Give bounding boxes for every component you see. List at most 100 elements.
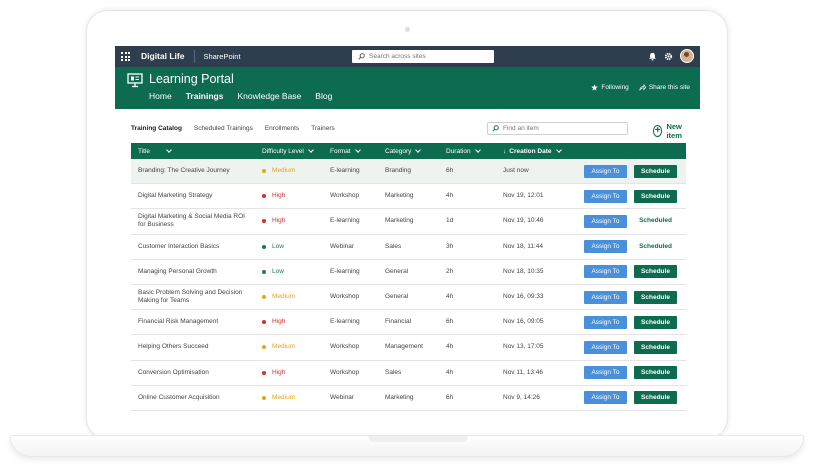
cell-difficulty: Medium [262, 386, 295, 410]
schedule-button[interactable]: Schedule [634, 315, 677, 329]
schedule-button[interactable]: Schedule [634, 164, 677, 178]
assign-to-button[interactable]: Assign To [584, 340, 627, 354]
bell-icon[interactable] [648, 52, 657, 61]
cell-title[interactable]: Helping Others Succeed [138, 335, 250, 359]
cell-schedule: Schedule [634, 335, 677, 359]
cell-title[interactable]: Online Customer Acquisition [138, 386, 250, 410]
table-row[interactable]: Managing Personal Growth Low E-learning … [131, 260, 686, 285]
view-tabs: Training Catalog Scheduled Trainings Enr… [131, 125, 335, 132]
difficulty-dot-icon [262, 169, 266, 174]
assign-to-button[interactable]: Assign To [584, 290, 627, 304]
cell-creation-date: Nov 16, 09:05 [503, 318, 544, 326]
difficulty-dot-icon [262, 345, 266, 350]
cell-title[interactable]: Managing Personal Growth [138, 260, 250, 284]
scheduled-status: Scheduled [639, 217, 672, 225]
table-row[interactable]: Financial Risk Management High E-learnin… [131, 310, 686, 336]
app-launcher-icon[interactable] [115, 46, 136, 67]
find-item-box[interactable] [487, 122, 628, 135]
tab-enrollments[interactable]: Enrollments [265, 125, 299, 132]
column-header-difficulty[interactable]: Difficulty Level [262, 147, 314, 155]
cell-schedule: Schedule [634, 260, 677, 284]
difficulty-dot-icon [262, 244, 266, 249]
chevron-down-icon [166, 147, 172, 153]
cell-category: Marketing [385, 217, 414, 225]
assign-to-button[interactable]: Assign To [584, 366, 627, 380]
table-row[interactable]: Helping Others Succeed Medium Workshop M… [131, 335, 686, 361]
cell-duration: 4h [446, 343, 454, 351]
cell-creation-date: Nov 13, 17:05 [503, 343, 544, 351]
column-header-category[interactable]: Category [385, 147, 422, 155]
assign-to-button[interactable]: Assign To [584, 164, 627, 178]
table-row[interactable]: Basic Problem Solving and Decision Makin… [131, 285, 686, 311]
schedule-button[interactable]: Schedule [634, 290, 677, 304]
table-row[interactable]: Branding: The Creative Journey Medium E-… [131, 159, 686, 185]
cell-assign: Assign To [584, 184, 627, 208]
product-name[interactable]: SharePoint [203, 52, 240, 61]
nav-blog[interactable]: Blog [315, 91, 332, 101]
cell-title[interactable]: Branding: The Creative Journey [138, 159, 250, 183]
table-row[interactable]: Online Customer Acquisition Medium Webin… [131, 386, 686, 411]
search-icon [492, 125, 499, 132]
tab-scheduled-trainings[interactable]: Scheduled Trainings [194, 125, 253, 132]
column-header-title[interactable]: Title [138, 147, 172, 155]
schedule-button[interactable]: Schedule [634, 391, 677, 405]
table-row[interactable]: Customer Interaction Basics Low Webinar … [131, 235, 686, 260]
table-row[interactable]: Digital Marketing & Social Media ROI for… [131, 209, 686, 235]
schedule-button[interactable]: Schedule [634, 366, 677, 380]
column-header-creation-date[interactable]: ↓ Creation Date [503, 147, 562, 155]
assign-to-button[interactable]: Assign To [584, 189, 627, 203]
assign-to-button[interactable]: Assign To [584, 391, 627, 405]
schedule-button[interactable]: Schedule [634, 340, 677, 354]
cell-schedule: Scheduled [634, 235, 677, 259]
command-row: Training Catalog Scheduled Trainings Enr… [131, 122, 691, 140]
cell-title[interactable]: Financial Risk Management [138, 310, 250, 334]
cell-assign: Assign To [584, 285, 627, 309]
cell-title[interactable]: Conversion Optimisation [138, 361, 250, 385]
site-actions: Following Share this site [591, 84, 690, 91]
laptop-camera [405, 27, 410, 32]
assign-to-button[interactable]: Assign To [584, 240, 627, 254]
tab-training-catalog[interactable]: Training Catalog [131, 125, 182, 132]
cell-creation-date: Nov 19, 10:46 [503, 217, 544, 225]
cell-title[interactable]: Basic Problem Solving and Decision Makin… [138, 285, 250, 309]
column-header-format[interactable]: Format [330, 147, 361, 155]
find-item-input[interactable] [503, 125, 613, 132]
column-header-duration[interactable]: Duration [446, 147, 481, 155]
schedule-button[interactable]: Schedule [634, 189, 677, 203]
cell-category: Sales [385, 242, 402, 250]
gear-icon[interactable] [664, 52, 673, 61]
assign-to-button[interactable]: Assign To [584, 265, 627, 279]
cell-format: Webinar [330, 242, 355, 250]
cell-category: Sales [385, 368, 402, 376]
share-label: Share this site [648, 84, 690, 91]
cell-schedule: Schedule [634, 159, 677, 183]
cell-title[interactable]: Digital Marketing Strategy [138, 184, 250, 208]
cell-title[interactable]: Customer Interaction Basics [138, 235, 250, 259]
difficulty-dot-icon [262, 295, 266, 300]
tab-trainers[interactable]: Trainers [311, 125, 335, 132]
grid-header: Title Difficulty Level Format Category D… [131, 143, 686, 159]
cell-duration: 4h [446, 192, 454, 200]
table-row[interactable]: Digital Marketing Strategy High Workshop… [131, 184, 686, 210]
new-item-button[interactable]: + New item [653, 122, 691, 140]
app-name[interactable]: Digital Life [141, 50, 196, 63]
suite-search-input[interactable] [369, 53, 489, 60]
cell-schedule: Schedule [634, 184, 677, 208]
assign-to-button[interactable]: Assign To [584, 315, 627, 329]
cell-difficulty: High [262, 184, 285, 208]
cell-format: Workshop [330, 192, 360, 200]
suite-search-box[interactable] [352, 50, 494, 63]
cell-creation-date: Nov 11, 13:46 [503, 368, 543, 376]
user-avatar[interactable] [680, 49, 694, 63]
share-button[interactable]: Share this site [639, 84, 690, 91]
nav-trainings[interactable]: Trainings [186, 91, 224, 101]
table-row[interactable]: Conversion Optimisation High Workshop Sa… [131, 361, 686, 386]
cell-duration: 4h [446, 293, 454, 301]
assign-to-button[interactable]: Assign To [584, 214, 627, 228]
schedule-button[interactable]: Schedule [634, 265, 677, 279]
site-nav: Home Trainings Knowledge Base Blog [149, 91, 332, 101]
nav-home[interactable]: Home [149, 91, 172, 101]
following-button[interactable]: Following [591, 84, 629, 91]
cell-title[interactable]: Digital Marketing & Social Media ROI for… [138, 209, 250, 233]
nav-knowledge-base[interactable]: Knowledge Base [237, 91, 301, 101]
